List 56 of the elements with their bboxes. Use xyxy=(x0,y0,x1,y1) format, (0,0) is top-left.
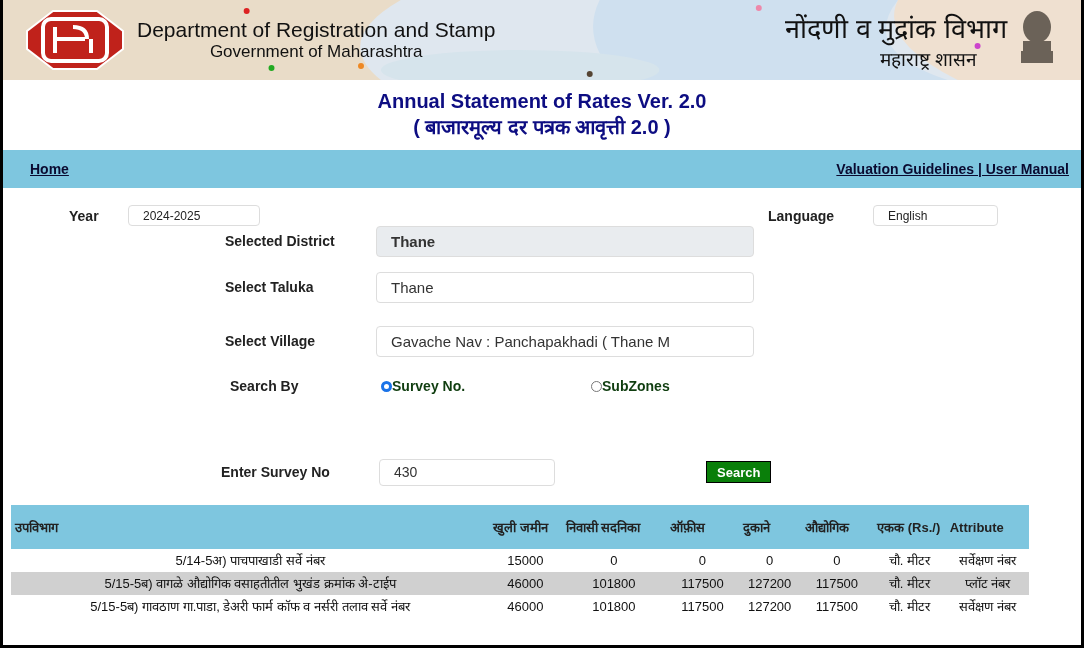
department-title: नोंदणी व मुद्रांक विभाग xyxy=(785,12,1007,46)
survey-input[interactable]: 430 xyxy=(379,458,555,486)
page-title: Annual Statement of Rates Ver. 2.0 xyxy=(377,90,707,113)
table-cell: 5/14-5अ) पाचपाखाडी सर्वे नंबर xyxy=(11,549,490,572)
nav-link[interactable]: Valuation Guidelines | User Manual xyxy=(836,161,1069,177)
table-cell: 0 xyxy=(561,549,667,572)
page-subtitle: ( बाजारमूल्य दर पत्रक आवृत्ती 2.0 ) xyxy=(413,114,671,140)
column-header: ऑफ़ीस xyxy=(666,505,739,549)
table-cell: 5/15-5ब) गावठाण गा.पाडा, डेअरी फार्म कॉफ व नर्सरी तलाव सर्वे नंबर xyxy=(11,595,490,618)
field-label: Select Taluka xyxy=(225,279,314,295)
select-field[interactable]: Thane xyxy=(376,271,754,303)
table-cell: प्लॉट नंबर xyxy=(945,572,1029,595)
column-header: दुकाने xyxy=(738,505,801,549)
table-cell: 46000 xyxy=(489,595,562,618)
table-cell: सर्वेक्षण नंबर xyxy=(945,595,1029,618)
table-cell: 0 xyxy=(666,549,739,572)
table-cell: 101800 xyxy=(561,595,667,618)
survey-label: Enter Survey No xyxy=(221,464,330,480)
language-label: Language xyxy=(768,207,835,224)
field-label: Selected District xyxy=(225,233,335,249)
logo-icon xyxy=(25,9,125,71)
nav-link[interactable]: Home xyxy=(30,161,69,177)
department-title: Department of Registration and Stamp xyxy=(137,18,496,42)
table-cell: 117500 xyxy=(800,595,874,618)
government-subtitle: Government of Maharashtra xyxy=(209,42,423,62)
language-select[interactable]: English xyxy=(873,205,998,226)
search-by-label: Search By xyxy=(230,378,299,394)
field-label: Select Village xyxy=(225,333,315,349)
table-cell: 127200 xyxy=(738,572,801,595)
column-header: उपविभाग xyxy=(11,505,490,549)
search-button[interactable]: Search xyxy=(706,461,772,483)
select-field[interactable]: Gavache Nav : Panchapakhadi ( Thane M xyxy=(376,325,754,357)
table-cell: 46000 xyxy=(489,572,562,595)
table-cell: चौ. मीटर xyxy=(873,549,946,572)
column-header: एकक (Rs./) xyxy=(873,505,946,549)
table-cell: 127200 xyxy=(738,595,801,618)
column-header: औद्योगिक xyxy=(800,505,874,549)
table-cell: 117500 xyxy=(666,572,739,595)
table-cell: चौ. मीटर xyxy=(873,572,946,595)
table-cell: 117500 xyxy=(800,572,874,595)
year-select[interactable]: 2024-2025 xyxy=(128,205,260,226)
table-cell: 15000 xyxy=(489,549,562,572)
radio-option[interactable]: Survey No. xyxy=(381,378,591,394)
year-label: Year xyxy=(69,207,99,224)
table-cell: 5/15-5ब) वागळे औद्योगिक वसाहतीतील भुखंड क्रमांक अे-टाईप xyxy=(11,572,490,595)
radio-option[interactable]: SubZones xyxy=(591,378,801,394)
government-subtitle: महाराष्ट्र शासन xyxy=(879,47,977,72)
column-header: Attribute xyxy=(945,505,1029,549)
table-cell: 0 xyxy=(738,549,801,572)
table-cell: सर्वेक्षण नंबर xyxy=(945,549,1029,572)
table-cell: 0 xyxy=(800,549,874,572)
table-cell: 101800 xyxy=(561,572,667,595)
column-header: निवासी सदनिका xyxy=(561,505,667,549)
column-header: खुली जमीन xyxy=(489,505,562,549)
table-cell: 117500 xyxy=(666,595,739,618)
table-cell: चौ. मीटर xyxy=(873,595,946,618)
